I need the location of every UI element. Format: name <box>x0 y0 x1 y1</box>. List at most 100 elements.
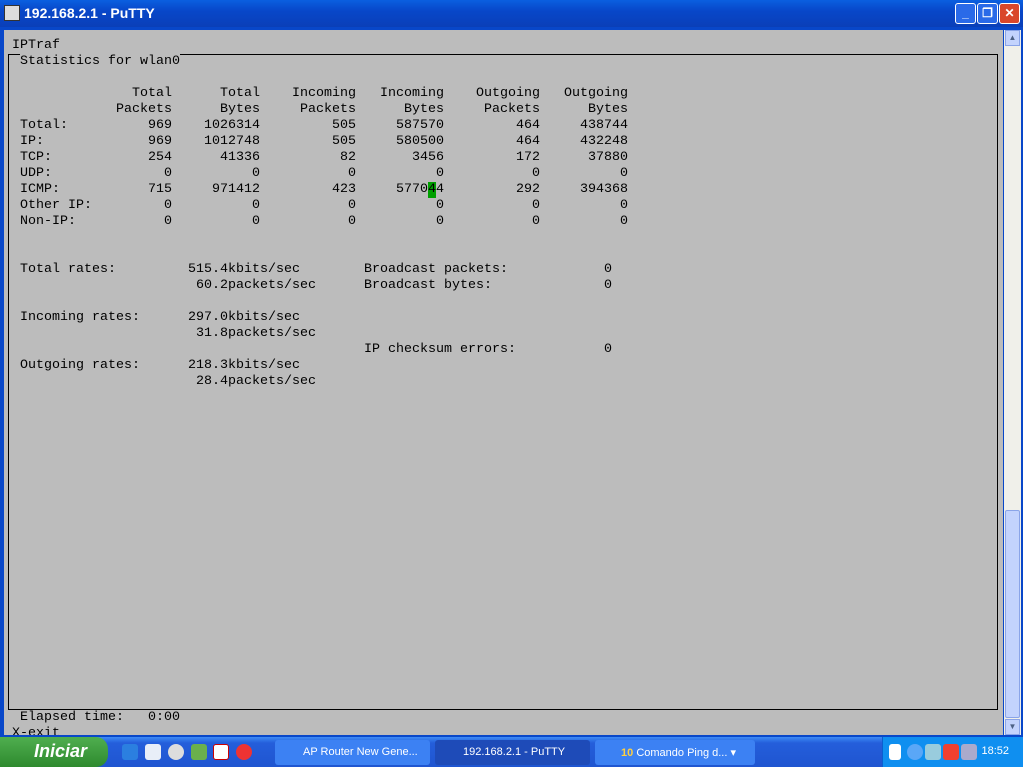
app-name: IPTraf <box>12 38 60 53</box>
task-label: Comando Ping d... <box>636 747 728 759</box>
elapsed-label: Elapsed time: <box>20 710 124 726</box>
cell-value: 0 <box>532 214 540 229</box>
column-header: Bytes <box>404 102 444 117</box>
cell-value: 172 <box>516 150 540 165</box>
cell-value: 715 <box>148 182 172 197</box>
cell-value: 0 <box>252 198 260 213</box>
cell-value: 37880 <box>588 150 628 165</box>
cell-value: 394368 <box>580 182 628 197</box>
task-ap-router[interactable]: AP Router New Gene... <box>275 740 430 765</box>
scroll-up-arrow[interactable]: ▲ <box>1005 30 1020 46</box>
cell-value: 0 <box>348 214 356 229</box>
putty-icon[interactable] <box>4 5 20 21</box>
cell-value: 0 <box>436 214 444 229</box>
minimize-button[interactable]: _ <box>955 3 976 24</box>
cursor <box>428 182 436 198</box>
row-label: Non-IP: <box>20 214 76 229</box>
row-label: Other IP: <box>20 198 92 213</box>
cell-value: 292 <box>516 182 540 197</box>
ve-icon[interactable] <box>213 744 229 760</box>
cell-value: 969 <box>148 118 172 133</box>
row-label: UDP: <box>20 166 52 181</box>
maximize-button[interactable]: ❐ <box>977 3 998 24</box>
chevron-down-icon[interactable]: ▾ <box>731 747 737 759</box>
column-header: Incoming <box>380 86 444 101</box>
cell-value: 3456 <box>412 150 444 165</box>
box-title: Statistics for wlan0 <box>20 54 180 70</box>
clock: 18:52 <box>981 745 1009 757</box>
row-label: Total: <box>20 118 68 133</box>
cell-value: 0 <box>252 166 260 181</box>
rate-unit: kbits/sec <box>228 358 300 373</box>
cell-value: 505 <box>332 118 356 133</box>
rate-unit: kbits/sec <box>228 262 300 277</box>
cell-value: 577044 <box>396 182 444 197</box>
cell-value: 0 <box>436 166 444 181</box>
start-label: Iniciar <box>34 741 88 761</box>
task-comando-ping[interactable]: 10 Comando Ping d... ▾ <box>595 740 755 765</box>
elapsed-value: 0:00 <box>148 710 180 726</box>
window-title: 192.168.2.1 - PuTTY <box>24 5 155 21</box>
cell-value: 0 <box>436 198 444 213</box>
close-button[interactable]: ✕ <box>999 3 1020 24</box>
column-header: Bytes <box>588 102 628 117</box>
column-header: Packets <box>300 102 356 117</box>
wireless-icon[interactable] <box>925 744 941 760</box>
task-label: AP Router New Gene... <box>303 746 418 758</box>
task-putty[interactable]: 192.168.2.1 - PuTTY <box>435 740 590 765</box>
show-hidden-icons-button[interactable] <box>907 744 923 760</box>
column-header: Packets <box>116 102 172 117</box>
rate-kbits: 218.3 <box>188 358 228 373</box>
rate-unit: packets/sec <box>228 374 316 389</box>
scroll-thumb[interactable] <box>1005 510 1020 718</box>
cell-value: 423 <box>332 182 356 197</box>
row-label: TCP: <box>20 150 52 165</box>
row-label: IP: <box>20 134 44 149</box>
checksum-value: 0 <box>604 342 612 357</box>
cell-value: 438744 <box>580 118 628 133</box>
cell-value: 0 <box>164 198 172 213</box>
terminal[interactable]: IPTraf Statistics for wlan0 Total Packets To… <box>4 30 1003 735</box>
rate-label: Outgoing rates: <box>20 358 140 373</box>
cell-value: 432248 <box>580 134 628 149</box>
rate-label: Total rates: <box>20 262 116 277</box>
cell-value: 464 <box>516 118 540 133</box>
scroll-down-arrow[interactable]: ▼ <box>1005 719 1020 735</box>
row-label: ICMP: <box>20 182 60 197</box>
help-icon[interactable] <box>889 744 901 760</box>
task-label: 192.168.2.1 - PuTTY <box>463 746 566 758</box>
rate-packets: 31.8 <box>196 326 228 341</box>
network-icon[interactable] <box>961 744 977 760</box>
ie-icon[interactable] <box>122 744 138 760</box>
rate-packets: 28.4 <box>196 374 228 389</box>
checksum-label: IP checksum errors: <box>364 342 516 357</box>
cell-value: 0 <box>620 214 628 229</box>
title-bar[interactable]: 192.168.2.1 - PuTTY _ ❐ ✕ <box>0 0 1023 27</box>
cell-value: 41336 <box>220 150 260 165</box>
scrollbar[interactable]: ▲ ▼ <box>1004 30 1021 735</box>
rate-unit: packets/sec <box>228 278 316 293</box>
cell-value: 0 <box>252 214 260 229</box>
start-button[interactable]: Iniciar <box>0 737 108 767</box>
cell-value: 505 <box>332 134 356 149</box>
system-tray: 18:52 <box>882 737 1023 767</box>
rate-unit: packets/sec <box>228 326 316 341</box>
column-header: Total <box>220 86 260 101</box>
cell-value: 1026314 <box>204 118 260 133</box>
task-count: 10 <box>621 747 634 759</box>
power-icon[interactable] <box>943 744 959 760</box>
media-player-icon[interactable] <box>168 744 184 760</box>
taskbar: Iniciar AP Router New Gene... 192.168.2.… <box>0 737 1023 767</box>
messenger-icon[interactable] <box>191 744 207 760</box>
rate-unit: kbits/sec <box>228 310 300 325</box>
outlook-icon[interactable] <box>145 744 161 760</box>
cell-value: 580500 <box>396 134 444 149</box>
rate-label: Incoming rates: <box>20 310 140 325</box>
opera-icon[interactable] <box>236 744 252 760</box>
column-header: Incoming <box>292 86 356 101</box>
cell-value: 464 <box>516 134 540 149</box>
cell-value: 0 <box>532 198 540 213</box>
broadcast-bytes-value: 0 <box>604 278 612 293</box>
cell-value: 971412 <box>212 182 260 197</box>
cell-value: 969 <box>148 134 172 149</box>
